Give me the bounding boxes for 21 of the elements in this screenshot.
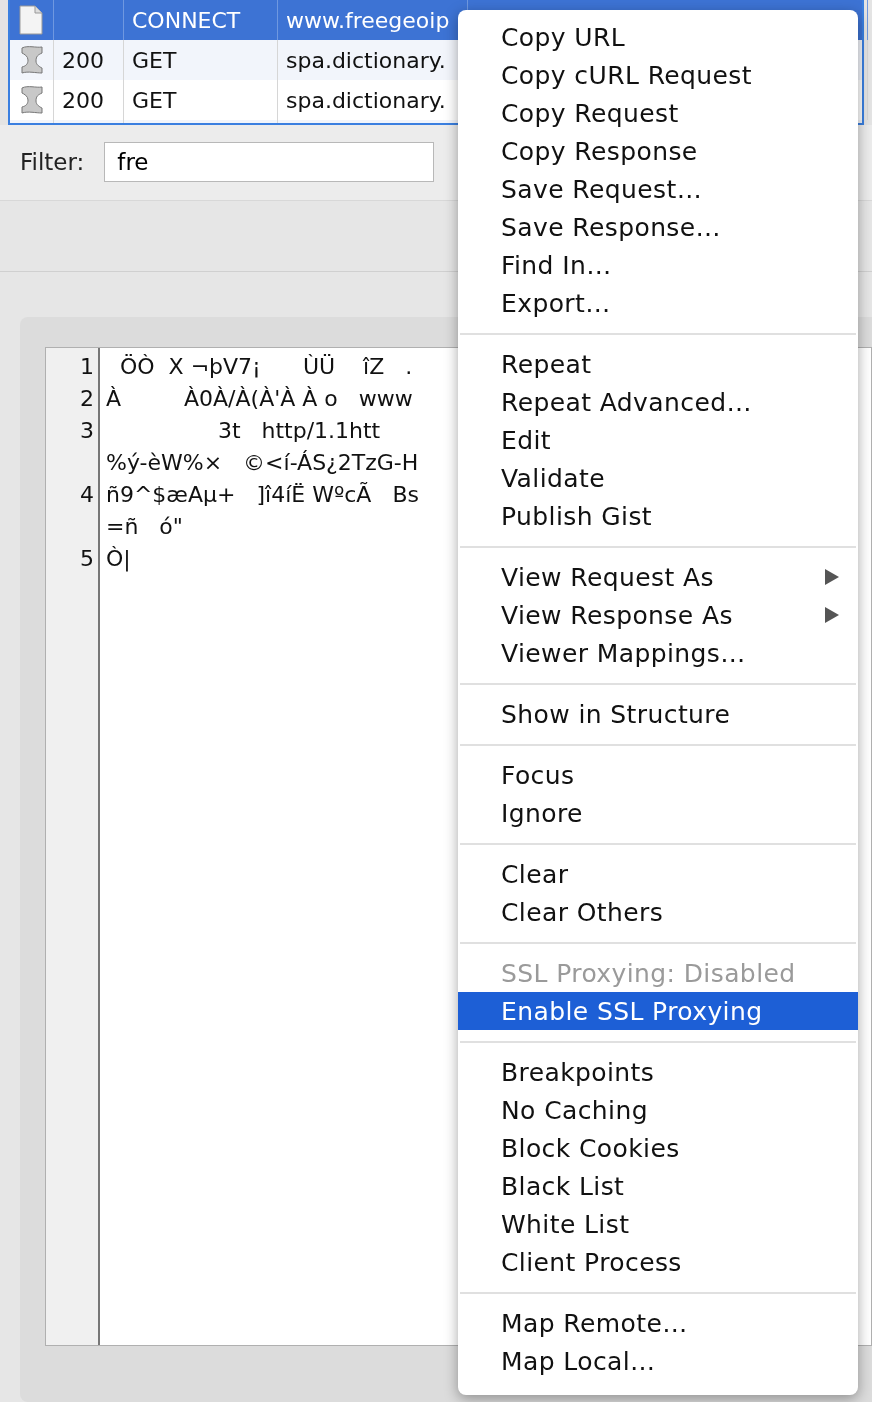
code-line: =ñ ó" (106, 514, 183, 541)
line-number: 4 (80, 482, 94, 507)
line-number: 1 (80, 354, 94, 379)
table-cell: CONNECT (132, 7, 241, 33)
code-line: À À0À/À(À'À À o www (106, 386, 413, 413)
table-cell: 200 (62, 87, 104, 113)
code-line: ñ9^$æAµ+ ]î4íË WºcÃ Bs (106, 482, 419, 509)
line-number: 3 (80, 418, 94, 443)
table-cell: 200 (62, 47, 104, 73)
code-line: 3t http/1.1htt (216, 418, 381, 445)
code-line: Ò| (106, 546, 131, 574)
line-number: 2 (80, 386, 94, 411)
table-cell: spa.dictionary. (286, 87, 446, 113)
table-cell: www.freegeoip (286, 7, 450, 33)
filter-label: Filter: (20, 149, 85, 176)
table-cell: spa.dictionary. (286, 47, 446, 73)
line-number: 5 (80, 546, 94, 571)
table-cell: GET (132, 87, 177, 113)
code-line: ÖÒ X ¬þV7¡ ÙÜ îZ . (119, 354, 413, 381)
code-line: %ý-èW%× ©<í-ÁS¿2TzG-H (106, 450, 419, 477)
table-cell: GET (132, 47, 177, 73)
